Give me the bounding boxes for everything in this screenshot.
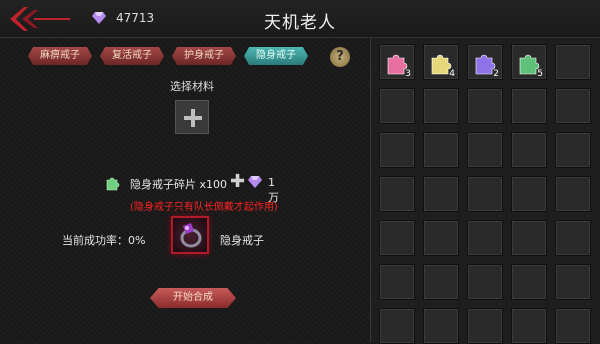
header-bar: 47713 天机老人 <box>0 0 600 38</box>
inventory-slot[interactable]: 2 <box>467 44 503 80</box>
item-count: 5 <box>537 69 543 79</box>
tab-protect-ring[interactable]: 护身戒子 <box>172 47 236 65</box>
craft-panel: 麻痹戒子 复活戒子 护身戒子 隐身戒子 ? 选择材料 隐身戒子碎片 x100 ✚… <box>0 38 370 342</box>
item-count: 3 <box>405 69 411 79</box>
result-ring-slot[interactable] <box>171 216 209 254</box>
inventory-slot[interactable] <box>379 132 415 168</box>
inventory-slot[interactable]: 4 <box>423 44 459 80</box>
tab-paralysis-ring[interactable]: 麻痹戒子 <box>28 47 92 65</box>
inventory-slot[interactable] <box>379 88 415 124</box>
inventory-slot[interactable] <box>555 264 591 300</box>
inventory-slot[interactable] <box>555 44 591 80</box>
inventory-slot[interactable]: 3 <box>379 44 415 80</box>
result-name: 隐身戒子 <box>220 234 264 247</box>
inventory-slot[interactable] <box>423 176 459 212</box>
inventory-slot[interactable] <box>467 264 503 300</box>
item-count: 4 <box>449 69 455 79</box>
diamond-icon <box>248 176 262 188</box>
inventory-slot[interactable] <box>511 132 547 168</box>
inventory-slot[interactable] <box>555 220 591 256</box>
ring-icon <box>180 223 202 248</box>
add-material-slot[interactable] <box>175 100 209 134</box>
puzzle-piece-icon <box>106 177 120 191</box>
tab-invisibility-ring[interactable]: 隐身戒子 <box>244 47 308 65</box>
inventory-slot[interactable] <box>467 176 503 212</box>
inventory-slot[interactable] <box>555 88 591 124</box>
inventory-slot[interactable] <box>423 308 459 344</box>
inventory-slot[interactable] <box>379 176 415 212</box>
inventory-slot[interactable] <box>511 220 547 256</box>
inventory-slot[interactable] <box>379 220 415 256</box>
inventory-slot[interactable] <box>379 308 415 344</box>
inventory-slot[interactable] <box>379 264 415 300</box>
select-material-label: 选择材料 <box>170 80 214 93</box>
inventory-slot[interactable] <box>555 176 591 212</box>
start-synthesis-button[interactable]: 开始合成 <box>150 288 236 308</box>
item-count: 2 <box>493 69 499 79</box>
usage-note: (隐身戒子只有队长佩戴才起作用) <box>130 202 278 213</box>
inventory-slot[interactable] <box>511 308 547 344</box>
inventory-slot[interactable] <box>555 308 591 344</box>
success-rate: 当前成功率：0% <box>62 234 146 247</box>
inventory-slot[interactable] <box>511 176 547 212</box>
inventory-slot[interactable] <box>423 264 459 300</box>
help-button[interactable]: ? <box>330 47 350 67</box>
inventory-slot[interactable]: 5 <box>511 44 547 80</box>
inventory-slot[interactable] <box>467 308 503 344</box>
inventory-slot[interactable] <box>555 132 591 168</box>
tab-revive-ring[interactable]: 复活戒子 <box>100 47 164 65</box>
inventory-slot[interactable] <box>423 88 459 124</box>
inventory-slot[interactable] <box>423 220 459 256</box>
material-name: 隐身戒子碎片 x100 <box>130 178 228 191</box>
plus-icon: ✚ <box>230 171 246 192</box>
inventory-slot[interactable] <box>467 88 503 124</box>
inventory-slot[interactable] <box>511 264 547 300</box>
inventory-slot[interactable] <box>423 132 459 168</box>
inventory-slot[interactable] <box>467 220 503 256</box>
inventory-slot[interactable] <box>467 132 503 168</box>
inventory-panel: 3 4 2 5 <box>370 38 600 344</box>
page-title: 天机老人 <box>264 13 336 33</box>
inventory-slot[interactable] <box>511 88 547 124</box>
